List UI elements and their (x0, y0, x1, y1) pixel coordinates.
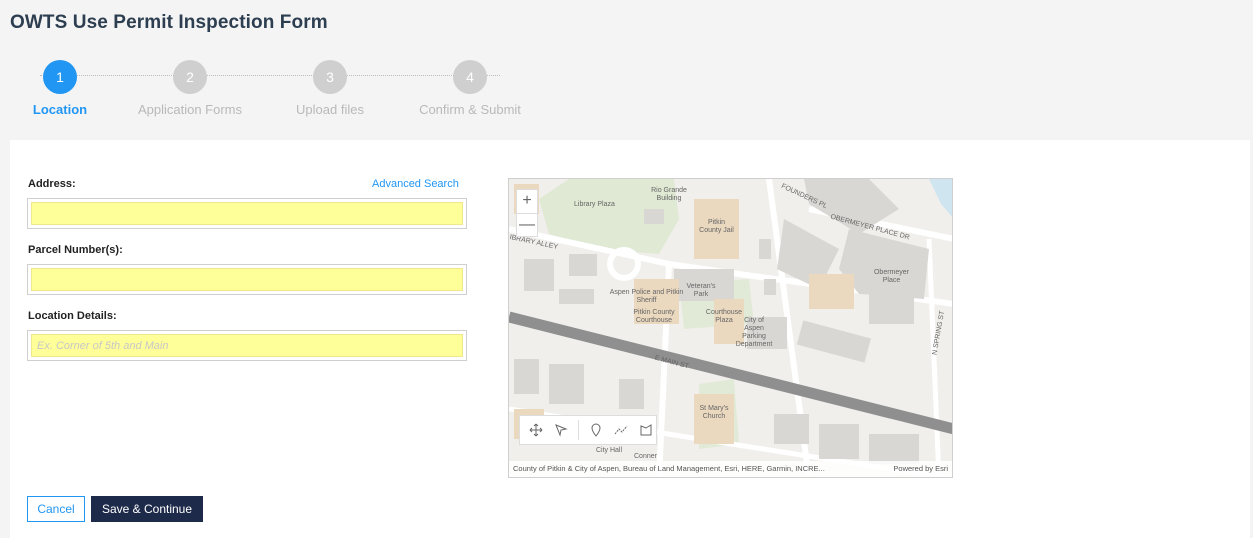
parcel-number-input[interactable] (31, 268, 463, 291)
point-icon[interactable] (586, 419, 607, 441)
save-continue-button[interactable]: Save & Continue (91, 496, 203, 522)
map-attribution: County of Pitkin & City of Aspen, Bureau… (509, 461, 952, 477)
pan-icon[interactable] (526, 419, 547, 441)
parcel-number-label: Parcel Number(s): (28, 244, 123, 256)
step-upload-files[interactable]: 3 Upload files (260, 60, 400, 117)
map-view[interactable]: Library Plaza Rio Grande Building FOUNDE… (508, 178, 953, 478)
step-label: Location (32, 102, 88, 117)
step-application-forms[interactable]: 2 Application Forms (120, 60, 260, 117)
map-tools-toolbar (519, 415, 657, 445)
polyline-icon[interactable] (611, 419, 632, 441)
map-label: Conner (634, 453, 657, 460)
step-number: 1 (43, 60, 77, 94)
location-details-label: Location Details: (28, 310, 117, 322)
powered-by-esri[interactable]: Powered by Esri (893, 461, 948, 477)
map-zoom-control: + — (516, 189, 538, 237)
page-title: OWTS Use Permit Inspection Form (10, 12, 328, 33)
map-label: Pitkin County Courthouse (633, 309, 675, 324)
map-label: Veteran's Park (686, 283, 716, 298)
attribution-text: County of Pitkin & City of Aspen, Bureau… (513, 464, 825, 473)
map-label: City Hall (595, 447, 623, 454)
map-label: Obermeyer Place (873, 269, 909, 284)
map-label: Rio Grande Building (651, 187, 687, 202)
map-label: Pitkin County Jail (699, 219, 734, 234)
address-label: Address: (28, 178, 76, 190)
map-label: Aspen Police and Pitkin Sheriff (609, 289, 684, 304)
address-field-wrapper (27, 198, 467, 229)
step-label: Upload files (296, 102, 364, 117)
map-label: City of Aspen Parking Department (735, 317, 773, 348)
map-label: Library Plaza (574, 201, 615, 208)
advanced-search-link[interactable]: Advanced Search (372, 178, 459, 190)
location-panel: Address: Advanced Search Parcel Number(s… (10, 140, 1250, 538)
step-number: 3 (313, 60, 347, 94)
step-location[interactable]: 1 Location (0, 60, 130, 117)
location-field-wrapper (27, 330, 467, 361)
zoom-in-button[interactable]: + (517, 190, 537, 214)
location-details-input[interactable] (31, 334, 463, 357)
polygon-icon[interactable] (635, 419, 656, 441)
step-number: 4 (453, 60, 487, 94)
zoom-out-button[interactable]: — (517, 214, 537, 238)
step-confirm-submit[interactable]: 4 Confirm & Submit (400, 60, 540, 117)
map-label: St Mary's Church (699, 405, 729, 420)
step-label: Application Forms (137, 102, 243, 117)
parcel-field-wrapper (27, 264, 467, 295)
select-icon[interactable] (551, 419, 572, 441)
step-label: Confirm & Submit (419, 102, 521, 117)
toolbar-divider (578, 420, 580, 440)
step-number: 2 (173, 60, 207, 94)
cancel-button[interactable]: Cancel (27, 496, 85, 522)
address-input[interactable] (31, 202, 463, 225)
